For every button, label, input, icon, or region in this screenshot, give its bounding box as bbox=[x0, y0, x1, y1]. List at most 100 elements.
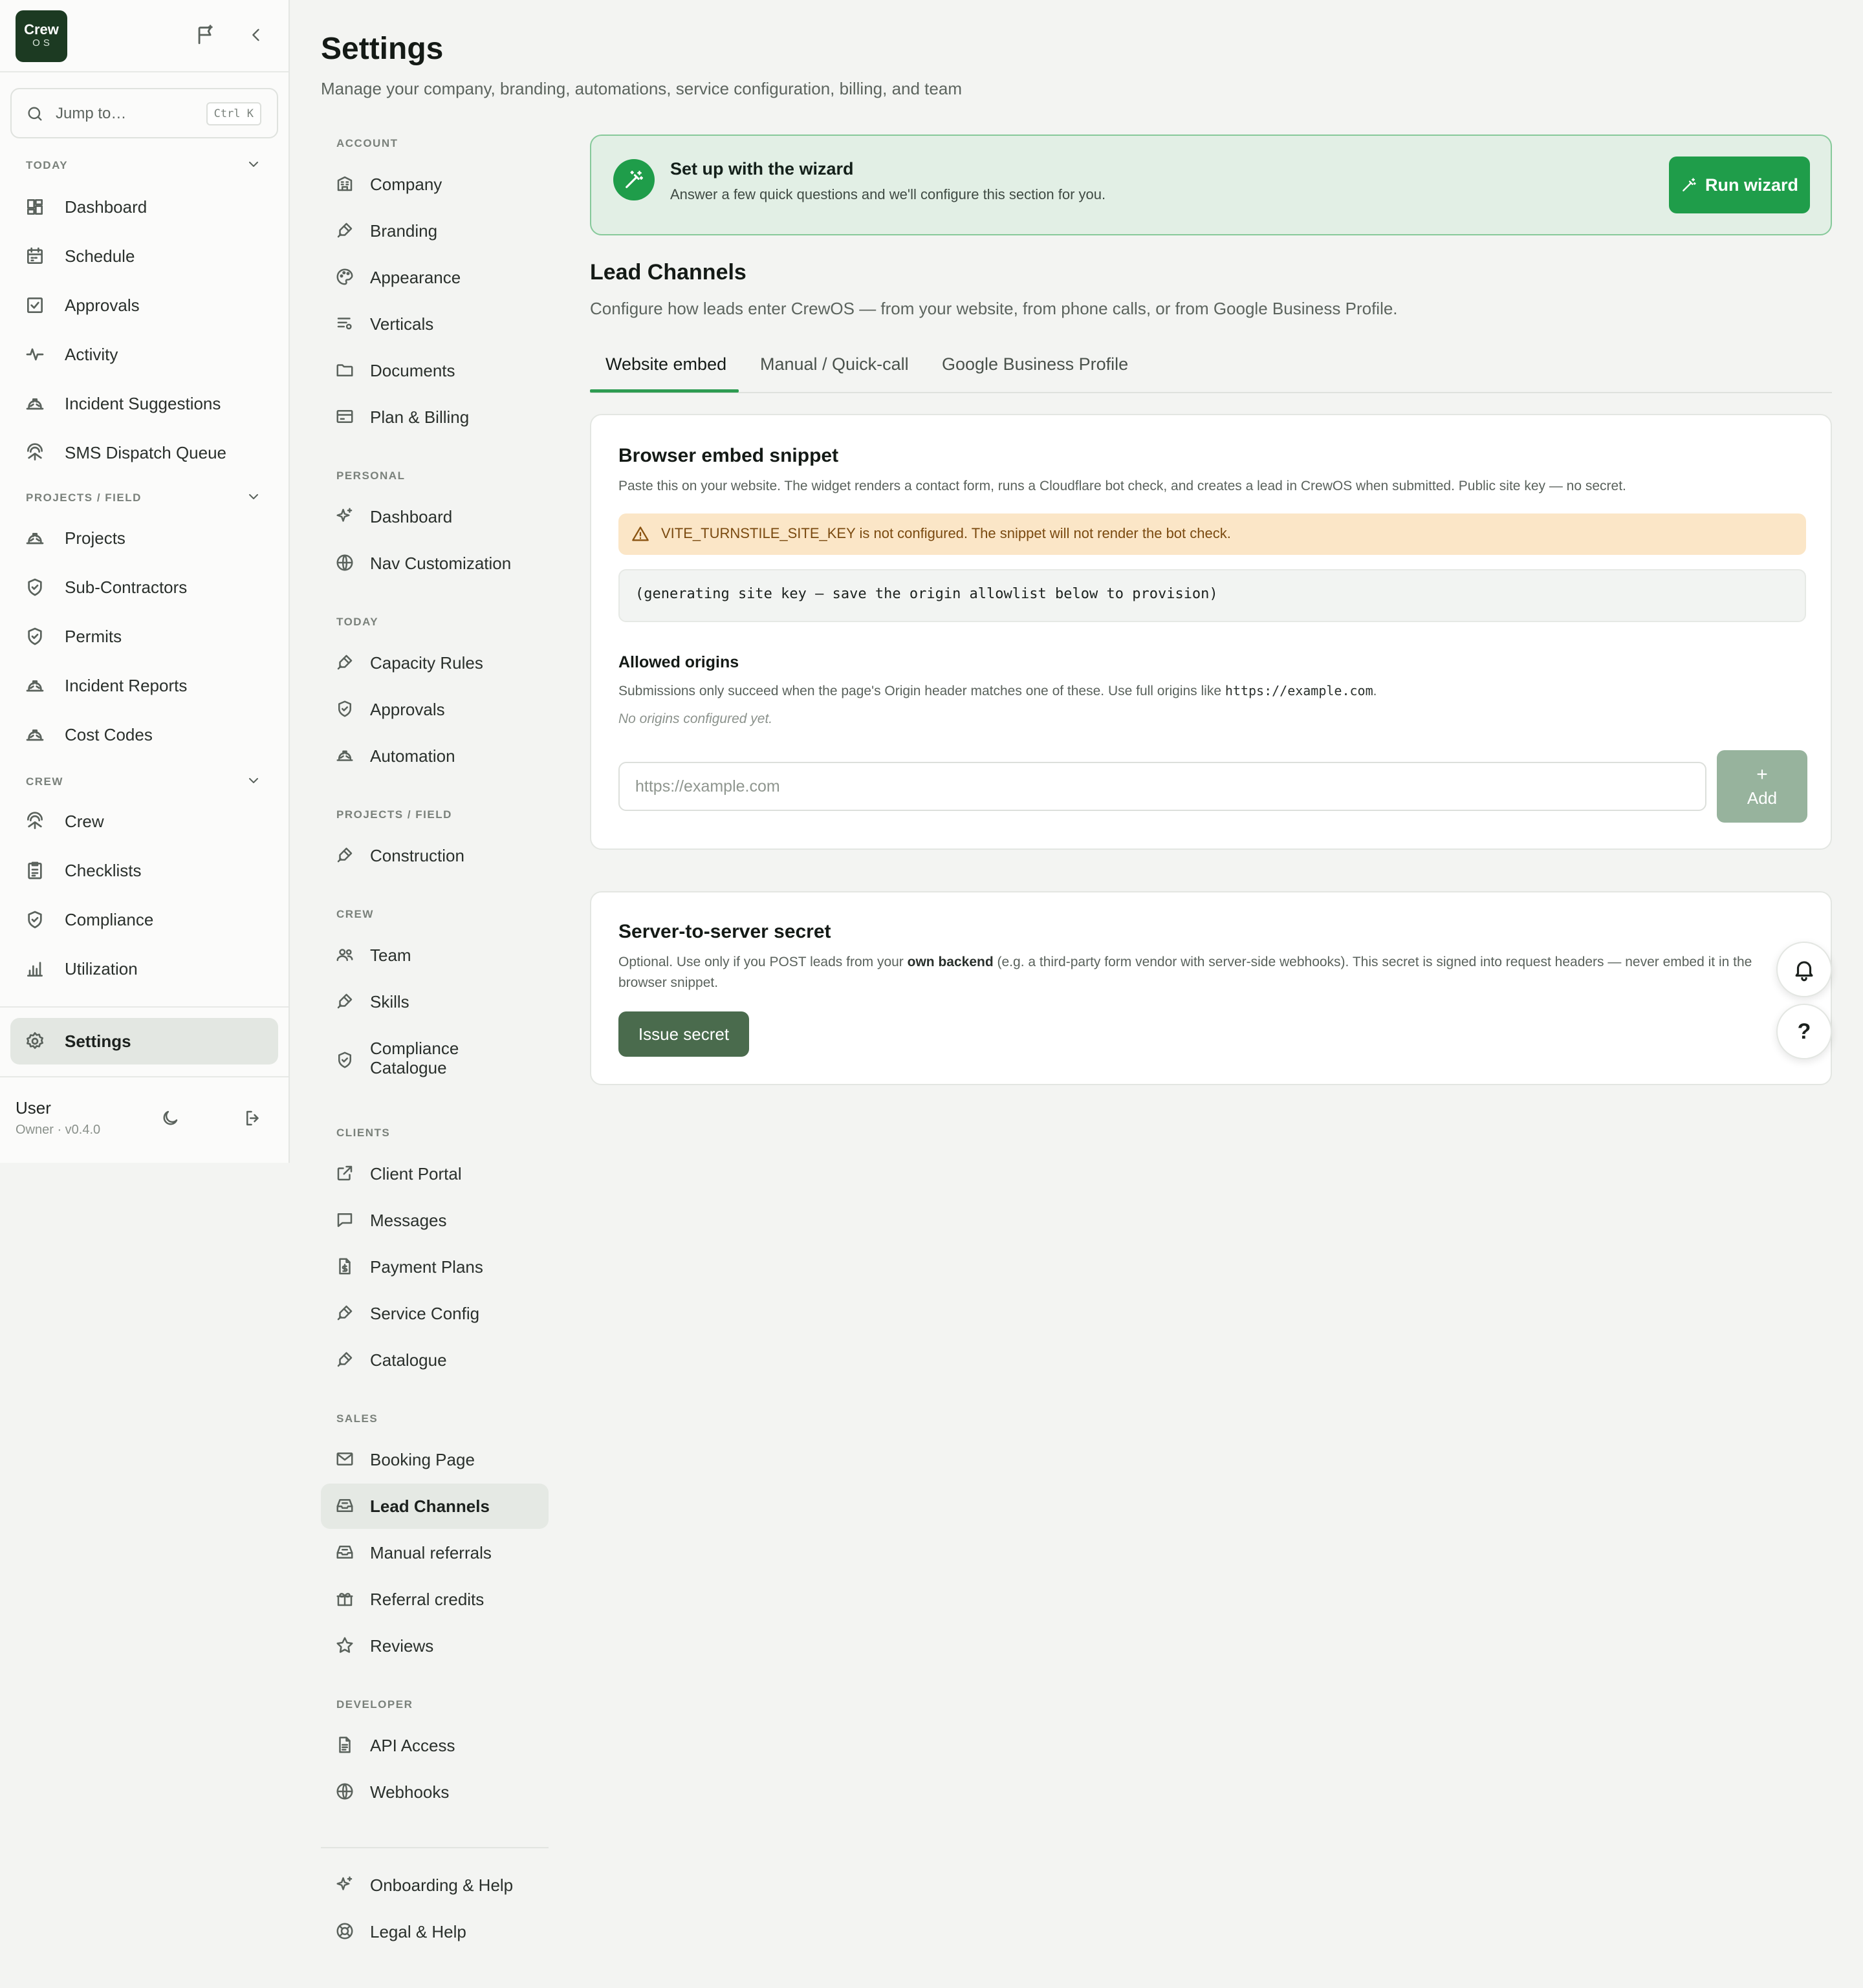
logout-icon[interactable] bbox=[243, 1108, 263, 1128]
shield-check-icon bbox=[335, 699, 356, 720]
settings-nav-onboarding-help[interactable]: Onboarding & Help bbox=[321, 1863, 549, 1908]
chevron-down-icon[interactable] bbox=[246, 773, 261, 788]
settings-nav-client-portal[interactable]: Client Portal bbox=[321, 1151, 549, 1196]
settings-nav-branding[interactable]: Branding bbox=[321, 208, 549, 254]
settings-nav-team[interactable]: Team bbox=[321, 933, 549, 978]
settings-nav-plan-billing[interactable]: Plan & Billing bbox=[321, 394, 549, 440]
settings-nav-capacity-rules[interactable]: Capacity Rules bbox=[321, 640, 549, 686]
chevron-down-icon[interactable] bbox=[246, 157, 261, 172]
sidebar-item-sub-contractors[interactable]: Sub-Contractors bbox=[10, 564, 278, 610]
sidebar-item-incident-reports[interactable]: Incident Reports bbox=[10, 662, 278, 709]
sidebar-item-compliance[interactable]: Compliance bbox=[10, 896, 278, 943]
tab-manual-quick-call[interactable]: Manual / Quick-call bbox=[760, 354, 909, 374]
settings-nav-label: Payment Plans bbox=[370, 1257, 483, 1277]
settings-nav-lead-channels[interactable]: Lead Channels bbox=[321, 1484, 549, 1529]
settings-nav-company[interactable]: Company bbox=[321, 162, 549, 207]
sidebar-item-activity[interactable]: Activity bbox=[10, 331, 278, 378]
settings-nav-service-config[interactable]: Service Config bbox=[321, 1291, 549, 1336]
settings-nav-catalogue[interactable]: Catalogue bbox=[321, 1337, 549, 1383]
settings-nav-api-access[interactable]: API Access bbox=[321, 1723, 549, 1768]
issue-secret-button[interactable]: Issue secret bbox=[618, 1011, 749, 1057]
tab-google-business-profile[interactable]: Google Business Profile bbox=[942, 354, 1128, 374]
add-origin-button[interactable]: + Add bbox=[1717, 750, 1807, 823]
shield-check-icon bbox=[25, 626, 45, 647]
feedback-flag-icon[interactable] bbox=[193, 22, 219, 48]
sidebar-item-label: Crew bbox=[65, 812, 104, 831]
globe-icon bbox=[335, 1782, 356, 1802]
settings-nav-label: Manual referrals bbox=[370, 1543, 492, 1562]
crewos-logo[interactable]: Crew OS bbox=[16, 10, 67, 62]
jump-to-search[interactable]: Jump to… Ctrl K bbox=[10, 88, 278, 138]
dark-mode-moon-icon[interactable] bbox=[160, 1108, 180, 1128]
origin-input[interactable] bbox=[618, 762, 1706, 811]
help-button[interactable]: ? bbox=[1776, 1004, 1832, 1059]
settings-nav-label: Booking Page bbox=[370, 1450, 475, 1469]
sidebar-item-dashboard[interactable]: Dashboard bbox=[10, 184, 278, 230]
embed-snippet-codebox[interactable]: (generating site key — save the origin a… bbox=[618, 569, 1806, 622]
gift-icon bbox=[335, 1589, 356, 1610]
settings-nav-documents[interactable]: Documents bbox=[321, 348, 549, 393]
settings-nav-label: Onboarding & Help bbox=[370, 1875, 514, 1895]
shield-check-icon bbox=[25, 909, 45, 930]
settings-nav-webhooks[interactable]: Webhooks bbox=[321, 1769, 549, 1815]
settings-nav-dashboard[interactable]: Dashboard bbox=[321, 494, 549, 539]
sidebar-item-schedule[interactable]: Schedule bbox=[10, 233, 278, 279]
sidebar-item-crew[interactable]: Crew bbox=[10, 798, 278, 845]
brush-icon bbox=[335, 991, 356, 1012]
settings-section-label: PROJECTS / FIELD bbox=[336, 808, 452, 821]
sidebar-item-utilization[interactable]: Utilization bbox=[10, 945, 278, 992]
page-title: Settings bbox=[321, 32, 444, 66]
settings-nav-approvals[interactable]: Approvals bbox=[321, 687, 549, 732]
secret-desc-bold: own backend bbox=[907, 955, 994, 969]
secret-card-title: Server-to-server secret bbox=[618, 921, 831, 942]
settings-nav-booking-page[interactable]: Booking Page bbox=[321, 1437, 549, 1482]
settings-section-label: PERSONAL bbox=[336, 470, 406, 482]
browser-embed-card: Browser embed snippet Paste this on your… bbox=[590, 414, 1832, 850]
sidebar-item-checklists[interactable]: Checklists bbox=[10, 847, 278, 894]
settings-nav-label: Company bbox=[370, 175, 442, 194]
server-secret-card: Server-to-server secret Optional. Use on… bbox=[590, 891, 1832, 1085]
sidebar-item-cost-codes[interactable]: Cost Codes bbox=[10, 711, 278, 758]
settings-nav-compliance-catalogue[interactable]: Compliance Catalogue bbox=[321, 1026, 549, 1096]
sidebar-item-projects[interactable]: Projects bbox=[10, 515, 278, 561]
settings-nav-reviews[interactable]: Reviews bbox=[321, 1623, 549, 1669]
sidebar-item-settings[interactable]: Settings bbox=[10, 1018, 278, 1064]
settings-nav-label: Appearance bbox=[370, 268, 461, 287]
run-wizard-button[interactable]: Run wizard bbox=[1669, 157, 1810, 213]
search-placeholder: Jump to… bbox=[56, 105, 127, 122]
inbox-icon bbox=[335, 1496, 356, 1517]
sidebar-item-sms-dispatch-queue[interactable]: SMS Dispatch Queue bbox=[10, 429, 278, 476]
settings-nav-label: Lead Channels bbox=[370, 1496, 490, 1516]
hard-hat-icon bbox=[25, 724, 45, 745]
sidebar-item-incident-suggestions[interactable]: Incident Suggestions bbox=[10, 380, 278, 427]
embed-card-title: Browser embed snippet bbox=[618, 445, 839, 466]
sidebar-item-permits[interactable]: Permits bbox=[10, 613, 278, 660]
brush-icon bbox=[335, 1303, 356, 1324]
settings-nav-label: Service Config bbox=[370, 1304, 480, 1323]
settings-nav-construction[interactable]: Construction bbox=[321, 833, 549, 878]
chevron-down-icon[interactable] bbox=[246, 489, 261, 504]
settings-nav-skills[interactable]: Skills bbox=[321, 979, 549, 1024]
tab-website-embed[interactable]: Website embed bbox=[605, 354, 726, 374]
brush-icon bbox=[335, 221, 356, 241]
app-sidebar: Crew OS Jump to… Ctrl K TODAY Dashboard Sc… bbox=[0, 0, 290, 1163]
settings-nav-legal-help[interactable]: Legal & Help bbox=[321, 1909, 549, 1954]
settings-nav-manual-referrals[interactable]: Manual referrals bbox=[321, 1530, 549, 1575]
origins-example-code: https://example.com bbox=[1225, 683, 1373, 698]
settings-nav-referral-credits[interactable]: Referral credits bbox=[321, 1577, 549, 1622]
user-role: Owner · v0.4.0 bbox=[16, 1123, 101, 1137]
settings-nav-messages[interactable]: Messages bbox=[321, 1198, 549, 1243]
brush-icon bbox=[335, 1350, 356, 1370]
settings-nav-verticals[interactable]: Verticals bbox=[321, 301, 549, 347]
notifications-button[interactable] bbox=[1776, 942, 1832, 997]
wizard-title: Set up with the wizard bbox=[670, 159, 854, 178]
settings-nav-appearance[interactable]: Appearance bbox=[321, 255, 549, 300]
settings-nav-payment-plans[interactable]: Payment Plans bbox=[321, 1244, 549, 1290]
magic-wand-icon bbox=[1683, 178, 1696, 191]
settings-nav-automation[interactable]: Automation bbox=[321, 733, 549, 779]
embed-snippet-text: (generating site key — save the origin a… bbox=[635, 586, 1218, 602]
settings-nav-nav-customization[interactable]: Nav Customization bbox=[321, 541, 549, 586]
sidebar-item-approvals[interactable]: Approvals bbox=[10, 282, 278, 329]
collapse-sidebar-chevron-left-icon[interactable] bbox=[243, 22, 269, 48]
warning-text: VITE_TURNSTILE_SITE_KEY is not configure… bbox=[661, 525, 1231, 541]
